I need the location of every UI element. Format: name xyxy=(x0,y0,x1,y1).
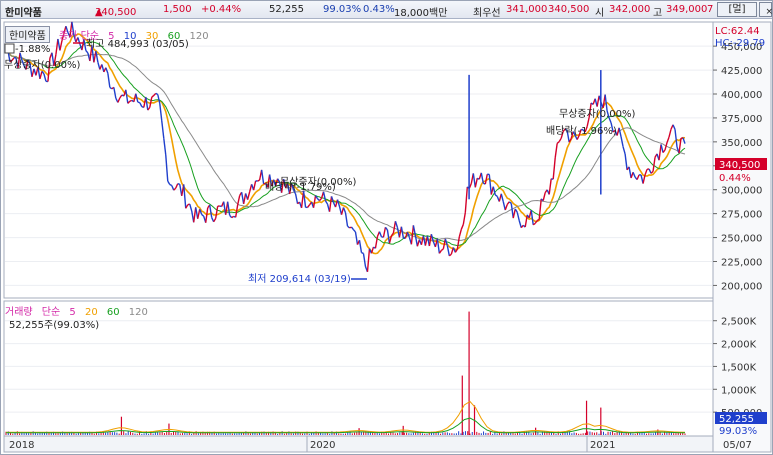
volume-panel-frame xyxy=(3,300,714,437)
turnover-rate: 0.43% xyxy=(363,4,395,15)
price-panel-frame xyxy=(3,21,714,299)
volume-y-tick-label: 1,000K xyxy=(721,385,757,396)
lc-label: LC:62.44 xyxy=(715,26,760,37)
price-y-tick-label: 250,000 xyxy=(721,234,762,245)
price-y-tick-label: 275,000 xyxy=(721,210,762,221)
best-ask: 341,000 xyxy=(506,4,548,15)
current-volume-rate: 99.03% xyxy=(719,426,757,437)
best-bid: 340,500 xyxy=(548,4,590,15)
best-quote-label: 최우선 xyxy=(473,8,501,19)
price-segment xyxy=(169,183,173,187)
volume-y-tick-label: 2,000K xyxy=(721,340,757,351)
price-y-tick-label: 200,000 xyxy=(721,281,762,292)
x-label-2021: 2021 xyxy=(590,440,615,451)
x-label-2020: 2020 xyxy=(310,440,335,451)
legend-ma-5[interactable]: 5 xyxy=(108,31,114,42)
price-change: 1,500 xyxy=(163,4,192,15)
close-icon: × xyxy=(765,7,773,17)
current-volume-tag: 52,255 xyxy=(719,414,754,425)
price-segment xyxy=(155,92,159,96)
current-rate-tag: 0.44% xyxy=(719,173,751,184)
price-y-tick-label: 400,000 xyxy=(721,90,762,101)
current-price-tag: 340,500 xyxy=(719,160,760,171)
price-y-tick-label: 375,000 xyxy=(721,114,762,125)
price-y-tick-label: 300,000 xyxy=(721,186,762,197)
chart-window: 한미약품 340,500 ▲ 1,500 +0.44% 52,255 99.03… xyxy=(0,0,773,455)
hc-label: HC:-29.79 xyxy=(715,38,765,49)
open-price: 342,000 xyxy=(609,4,651,15)
left-rate-marker: -1.88% xyxy=(15,44,50,55)
volume-info: 52,255주(99.03%) xyxy=(9,320,100,331)
legend-type[interactable]: 종가 단순 xyxy=(59,31,99,42)
price-y-tick-label: 350,000 xyxy=(721,138,762,149)
open-label: 시 xyxy=(595,8,605,19)
legend-ma-10[interactable]: 10 xyxy=(124,31,137,42)
legend-ma-30[interactable]: 30 xyxy=(146,31,159,42)
legend-ma-60[interactable]: 60 xyxy=(168,31,181,42)
price-y-tick-label: 425,000 xyxy=(721,66,762,77)
x-label-2018: 2018 xyxy=(9,440,34,451)
low-marker: 최저 209,614 (03/19) xyxy=(248,273,351,285)
price-segment xyxy=(361,251,364,255)
grid-toggle-icon[interactable] xyxy=(4,43,15,54)
legend-stock-name[interactable]: 한미약품 xyxy=(5,26,50,43)
annotation-bonus-1: 무상증자(0.00%) xyxy=(4,59,80,71)
annotation-dividend-2: 배당락(-1.96%) xyxy=(546,125,617,137)
legend-ma-120[interactable]: 120 xyxy=(190,31,209,42)
quote-bar: 한미약품 340,500 ▲ 1,500 +0.44% 52,255 99.03… xyxy=(1,1,773,19)
up-arrow-icon: ▲ xyxy=(95,7,103,18)
price-segment xyxy=(177,182,180,185)
price-segment xyxy=(137,101,140,104)
annotation-bonus-3: 무상증자(0.00%) xyxy=(559,108,635,120)
high-price: 349,000 xyxy=(666,4,708,15)
stock-chart[interactable]: 450,000425,000400,000375,000350,000325,0… xyxy=(1,19,772,454)
change-rate: +0.44% xyxy=(201,4,242,15)
menu-button[interactable]: [멀] xyxy=(717,2,757,17)
legend-vma-60[interactable]: 60 xyxy=(107,307,120,318)
price-segment xyxy=(536,218,540,222)
legend-vma-120[interactable]: 120 xyxy=(129,307,148,318)
annotation-dividend-1: 배당락(-1.79%) xyxy=(265,181,336,193)
high-label: 고 xyxy=(653,8,663,19)
stock-name[interactable]: 한미약품 xyxy=(5,4,42,19)
price-segment xyxy=(257,179,260,182)
trade-amount: 18,000백만 xyxy=(394,8,448,19)
volume: 52,255 xyxy=(269,4,304,15)
price-legend: 한미약품 종가 단순 5 10 30 60 120 xyxy=(5,26,215,43)
volume-rate: 99.03% xyxy=(323,4,362,15)
close-button[interactable]: × xyxy=(759,2,773,17)
volume-y-tick-label: 1,500K xyxy=(721,362,757,373)
volume-y-tick-label: 2,500K xyxy=(721,317,757,328)
truncated-value: 7 xyxy=(707,4,714,15)
x-label-last-date: 05/07 xyxy=(723,440,752,451)
price-y-tick-label: 225,000 xyxy=(721,258,762,269)
